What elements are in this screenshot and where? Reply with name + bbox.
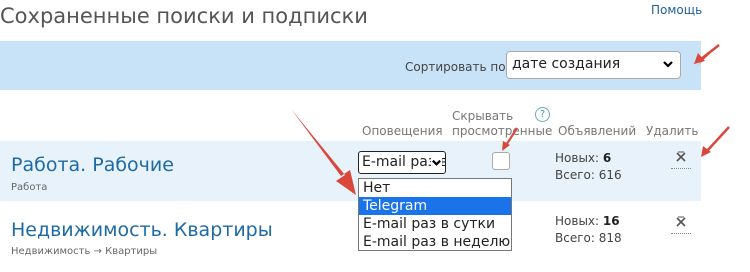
listing-counts: Новых: 16 Всего: 818 [555, 213, 622, 247]
new-label: Новых: [555, 151, 600, 165]
annotation-arrow-icon [699, 44, 720, 61]
search-title-link[interactable]: Недвижимость. Квартиры [11, 219, 273, 241]
delete-underline [671, 168, 691, 169]
page-title: Сохраненные поиски и подписки [0, 4, 368, 28]
column-header-notifications: Оповещения [362, 124, 443, 138]
delete-icon[interactable] [675, 216, 687, 228]
sort-select-value: дате создания [512, 56, 621, 72]
listing-counts: Новых: 6 Всего: 616 [555, 150, 622, 184]
total-count: 818 [598, 231, 622, 245]
dropdown-option-none[interactable]: Нет [359, 179, 511, 197]
sort-label: Сортировать по [405, 60, 506, 74]
help-link[interactable]: Помощь [651, 3, 702, 17]
delete-icon[interactable] [675, 151, 687, 163]
hide-viewed-checkbox[interactable] [492, 152, 510, 170]
total-label: Всего: [555, 168, 595, 182]
dropdown-option-email-daily[interactable]: E-mail раз в сутки [359, 215, 511, 233]
delete-underline [671, 233, 691, 234]
help-question-icon[interactable]: ? [535, 107, 550, 122]
notification-dropdown-list: Нет Telegram E-mail раз в сутки E-mail р… [358, 178, 512, 251]
annotation-arrow-icon [701, 146, 711, 157]
dropdown-option-telegram[interactable]: Telegram [359, 197, 511, 215]
total-count: 616 [598, 168, 622, 182]
chevron-down-icon [431, 157, 442, 168]
column-header-hide-viewed-line2: просмотренные [452, 124, 553, 138]
sort-select[interactable]: дате создания [506, 51, 681, 79]
new-count: 6 [602, 151, 612, 165]
new-label: Новых: [555, 214, 600, 228]
notification-select[interactable]: E-mail раз в сутки [358, 151, 446, 174]
search-category: Недвижимость → Квартиры [11, 246, 158, 257]
total-label: Всего: [555, 231, 595, 245]
column-header-listings: Объявлений [558, 124, 637, 138]
annotation-arrow-icon [706, 126, 730, 152]
chevron-down-icon [663, 61, 673, 68]
new-count: 16 [602, 214, 620, 228]
dropdown-option-email-weekly[interactable]: E-mail раз в неделю [359, 233, 511, 251]
search-category: Работа [11, 182, 48, 193]
column-header-delete: Удалить [646, 124, 699, 138]
search-title-link[interactable]: Работа. Рабочие [11, 154, 174, 176]
